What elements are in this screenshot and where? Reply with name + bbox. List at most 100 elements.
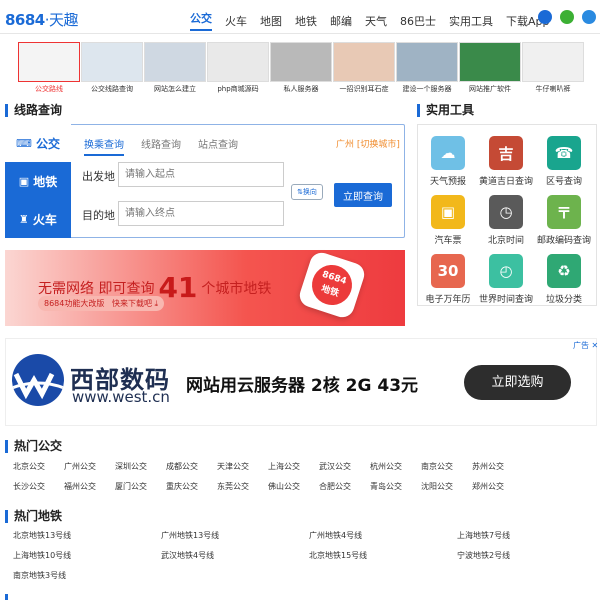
thumb-ad-8[interactable]: 牛仔喇叭裤 [522, 42, 584, 94]
close-icon[interactable]: ✕ [592, 341, 599, 350]
thumb-image [522, 42, 584, 82]
thumb-caption: 网站怎么建立 [154, 85, 196, 93]
nav-item-0[interactable]: 公交 [190, 10, 212, 31]
nav-item-1[interactable]: 火车 [225, 13, 247, 29]
thumb-image [459, 42, 521, 82]
hot-bus-link[interactable]: 南京公交 [421, 461, 472, 472]
thumb-caption: 建设一个服务器 [402, 85, 452, 93]
tab-train-label: 火车 [32, 212, 57, 227]
swap-button[interactable]: ⇅换向 [291, 184, 323, 200]
hot-bus-link[interactable]: 厦门公交 [115, 481, 166, 492]
hot-metro-link[interactable]: 北京地铁13号线 [13, 530, 161, 541]
banner-pill[interactable]: 8684功能大改版 快来下载吧 ⤓ [38, 296, 165, 311]
thumb-ad-7[interactable]: 网站推广软件 [459, 42, 521, 94]
thumb-ad-3[interactable]: php商城源码 [207, 42, 269, 94]
hot-bus-link[interactable]: 长沙公交 [13, 481, 64, 492]
thumb-caption: 公交线路查询 [91, 85, 133, 93]
hot-metro-link[interactable]: 上海地铁7号线 [457, 530, 600, 541]
tool-item-0[interactable]: ☁ 天气预报 [419, 136, 477, 187]
tool-icon-1: 吉 [489, 136, 523, 170]
ad-slogan: 网站用云服务器 2核 2G 43元 [186, 376, 419, 396]
thumb-ad-0[interactable]: 公交路线 [18, 42, 80, 94]
hot-metro-link[interactable]: 武汉地铁4号线 [161, 550, 309, 561]
subtab-stop[interactable]: 站点查询 [198, 136, 238, 156]
tool-item-3[interactable]: ▣ 汽车票 [419, 195, 477, 246]
banner-text-before: 无需网络 即可查询 [38, 281, 155, 297]
tool-label: 垃圾分类 [545, 295, 582, 305]
hot-bus-link[interactable]: 成都公交 [166, 461, 217, 472]
tool-icon-3: ▣ [431, 195, 465, 229]
transport-tabs: ⌨ 公交 ▣ 地铁 ♜ 火车 [5, 124, 71, 238]
hot-bus-link[interactable]: 佛山公交 [268, 481, 319, 492]
nav-item-6[interactable]: 86巴士 [400, 13, 436, 29]
wechat-icon[interactable] [560, 10, 574, 24]
hot-bus-link[interactable]: 东莞公交 [217, 481, 268, 492]
subtab-line[interactable]: 线路查询 [141, 136, 181, 156]
hot-bus-link[interactable]: 上海公交 [268, 461, 319, 472]
tool-item-2[interactable]: ☎ 区号查询 [535, 136, 593, 187]
hot-metro-list: 北京地铁13号线 广州地铁13号线 广州地铁4号线 上海地铁7号线上海地铁10号线 武汉… [13, 530, 600, 590]
route-query-title: 线路查询 [5, 104, 62, 117]
nav-item-4[interactable]: 邮编 [330, 13, 352, 29]
tab-metro-label: 地铁 [33, 174, 58, 189]
app-icon-label: 8684 地铁 [306, 259, 358, 311]
hot-metro-title: 热门地铁 [5, 510, 62, 523]
hot-bus-link[interactable]: 北京公交 [13, 461, 64, 472]
hot-metro-link[interactable]: 宁波地铁2号线 [457, 550, 600, 561]
hot-bus-link[interactable]: 福州公交 [64, 481, 115, 492]
qq-icon[interactable] [582, 10, 596, 24]
nav-item-3[interactable]: 地铁 [295, 13, 317, 29]
metro-icon: ▣ [18, 174, 30, 188]
tool-item-5[interactable]: 〒邮政编码查询 [535, 195, 593, 246]
tool-label: 邮政编码查询 [536, 236, 591, 246]
hot-metro-link[interactable]: 北京地铁15号线 [309, 550, 457, 561]
tool-item-7[interactable]: ◴ 世界时间查询 [477, 254, 535, 305]
hot-bus-link[interactable]: 深圳公交 [115, 461, 166, 472]
nav-item-2[interactable]: 地图 [260, 13, 282, 29]
hot-bus-link[interactable]: 合肥公交 [319, 481, 370, 492]
ad-buy-button[interactable]: 立即选购 [464, 365, 571, 400]
tool-item-8[interactable]: ♻ 垃圾分类 [535, 254, 593, 305]
thumb-caption: 私人服务器 [283, 85, 319, 93]
hot-bus-link[interactable]: 郑州公交 [472, 481, 523, 492]
thumb-ad-5[interactable]: 一招识别耳石症 [333, 42, 395, 94]
weibo-icon[interactable] [538, 10, 552, 24]
hot-metro-link[interactable]: 广州地铁4号线 [309, 530, 457, 541]
hot-bus-link[interactable]: 武汉公交 [319, 461, 370, 472]
tab-metro[interactable]: ▣ 地铁 [5, 162, 71, 200]
header-divider [0, 33, 600, 34]
hot-bus-link[interactable]: 青岛公交 [370, 481, 421, 492]
hot-bus-link[interactable]: 重庆公交 [166, 481, 217, 492]
tool-item-6[interactable]: 30 电子万年历 [419, 254, 477, 305]
nav-item-7[interactable]: 实用工具 [449, 13, 493, 29]
tool-label: 北京时间 [487, 236, 524, 246]
tab-bus[interactable]: ⌨ 公交 [5, 124, 71, 162]
nav-item-5[interactable]: 天气 [365, 13, 387, 29]
ad-tag-label: 广告 [573, 341, 589, 350]
tool-item-1[interactable]: 吉黄道吉日查询 [477, 136, 535, 187]
thumb-ad-2[interactable]: 网站怎么建立 [144, 42, 206, 94]
to-label: 目的地 [82, 209, 115, 222]
tool-label: 区号查询 [545, 177, 582, 187]
hot-bus-link[interactable]: 苏州公交 [472, 461, 523, 472]
hot-metro-link[interactable]: 广州地铁13号线 [161, 530, 309, 541]
site-logo[interactable]: 8684·天趣 [5, 9, 79, 30]
hot-bus-link[interactable]: 沈阳公交 [421, 481, 472, 492]
download-icon: ⤓ [154, 299, 159, 308]
hot-metro-link[interactable]: 上海地铁10号线 [13, 550, 161, 561]
thumb-ad-6[interactable]: 建设一个服务器 [396, 42, 458, 94]
query-submit-button[interactable]: 立即查询 [334, 183, 392, 207]
tool-item-4[interactable]: ◷ 北京时间 [477, 195, 535, 246]
to-input[interactable] [118, 201, 284, 226]
tab-train[interactable]: ♜ 火车 [5, 200, 71, 238]
subtab-transfer[interactable]: 换乘查询 [84, 136, 124, 156]
hot-metro-link[interactable]: 南京地铁3号线 [13, 570, 161, 581]
thumb-ad-1[interactable]: 公交线路查询 [81, 42, 143, 94]
tool-label: 世界时间查询 [478, 295, 533, 305]
hot-bus-link[interactable]: 天津公交 [217, 461, 268, 472]
hot-bus-link[interactable]: 广州公交 [64, 461, 115, 472]
from-input[interactable] [118, 162, 284, 187]
city-switch-link[interactable]: 广州 [切换城市] [336, 137, 400, 150]
hot-bus-link[interactable]: 杭州公交 [370, 461, 421, 472]
thumb-ad-4[interactable]: 私人服务器 [270, 42, 332, 94]
